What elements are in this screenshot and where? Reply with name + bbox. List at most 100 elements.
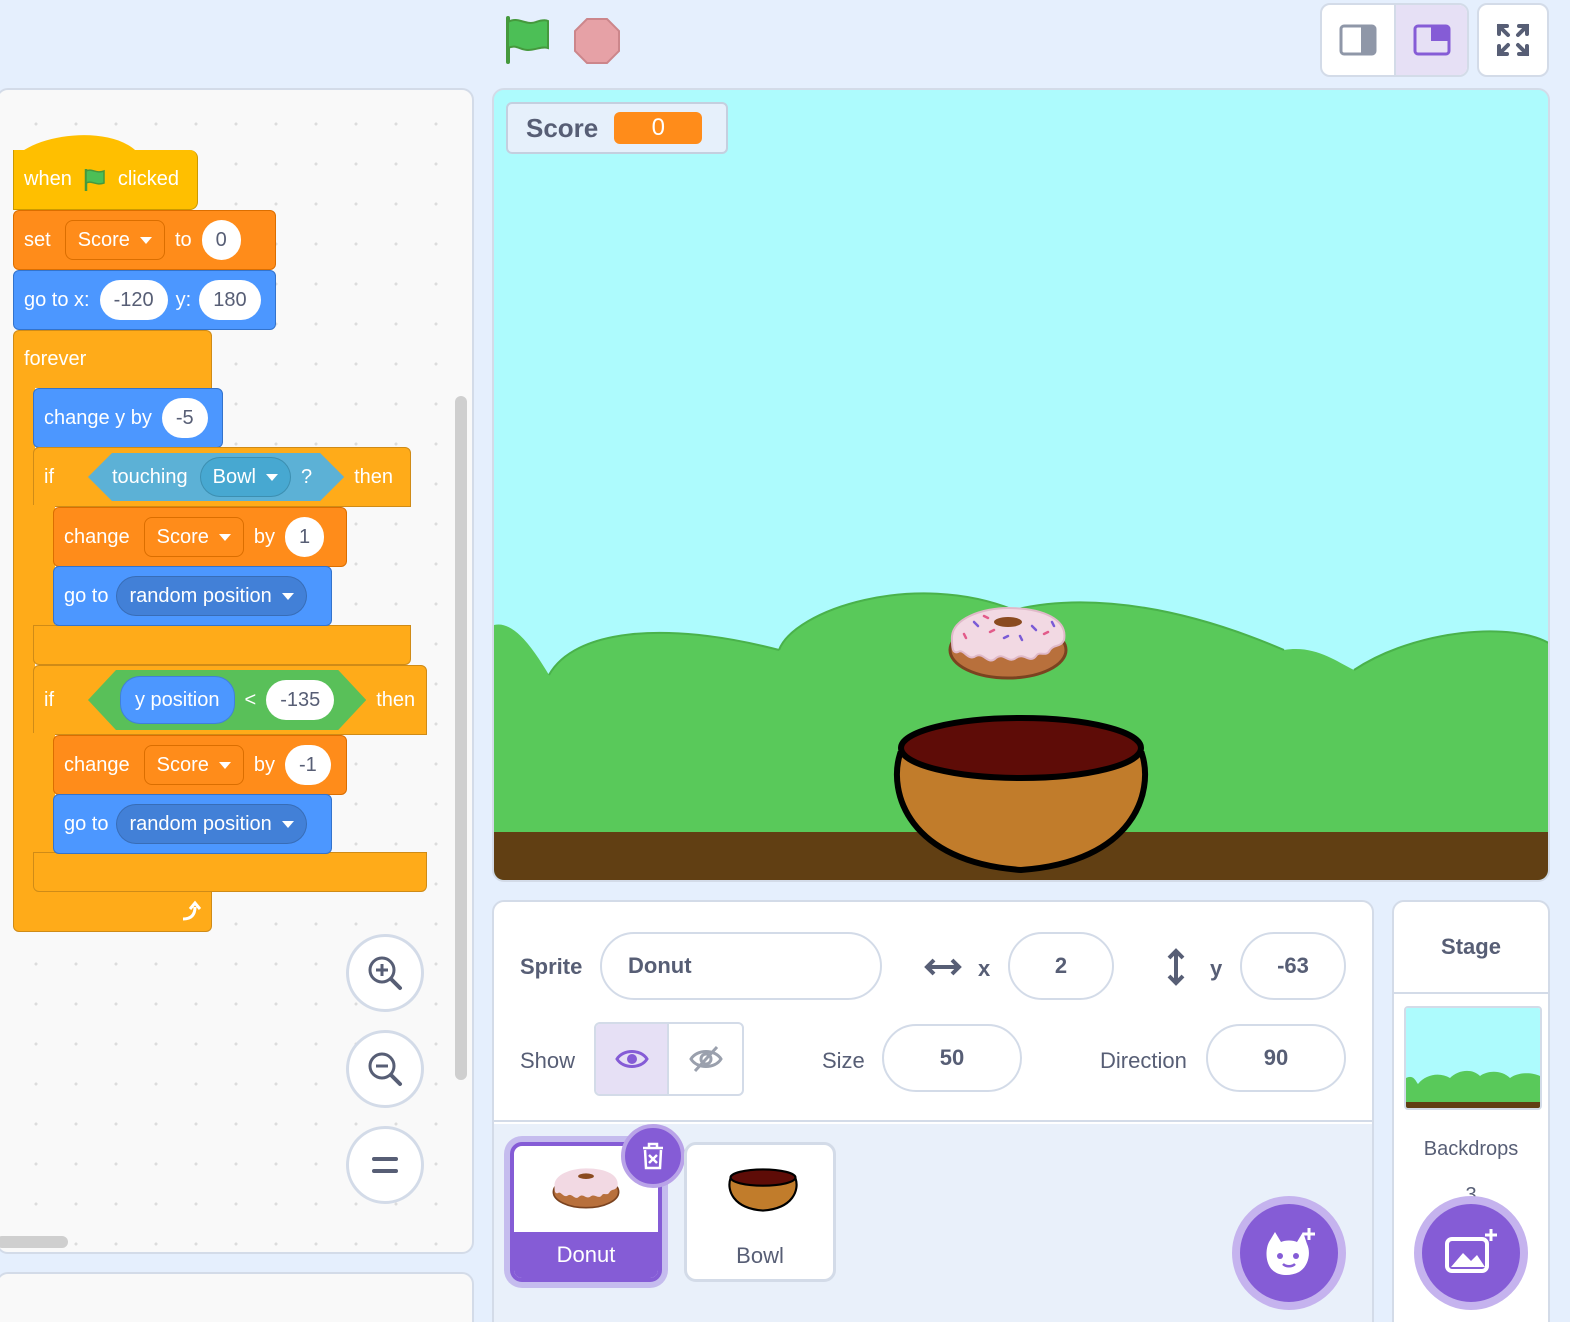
monitor-label: Score bbox=[526, 112, 599, 143]
fullscreen-button[interactable] bbox=[1477, 3, 1549, 77]
go-to-target-value: random position bbox=[129, 584, 272, 607]
x-label: x bbox=[978, 956, 991, 981]
y-input[interactable]: 180 bbox=[199, 280, 261, 320]
code-area-footer bbox=[0, 1272, 474, 1322]
workspace-vertical-scrollbar[interactable] bbox=[455, 396, 467, 1080]
question-mark-label: ? bbox=[300, 465, 313, 488]
image-plus-icon bbox=[1445, 1229, 1497, 1273]
go-to-random-block[interactable]: go to random position bbox=[53, 794, 332, 854]
zoom-out-button[interactable] bbox=[346, 1030, 424, 1108]
stage-thumbnail-image bbox=[1406, 1008, 1540, 1108]
sprite-label: Sprite bbox=[520, 954, 583, 979]
size-input[interactable]: 50 bbox=[882, 1024, 1022, 1092]
donut-thumbnail bbox=[552, 1168, 620, 1209]
change-y-input[interactable]: -5 bbox=[161, 398, 208, 438]
stage-thumbnail[interactable] bbox=[1404, 1006, 1542, 1110]
zoom-reset-button[interactable] bbox=[346, 1126, 424, 1204]
add-backdrop-button[interactable] bbox=[1414, 1196, 1528, 1310]
go-to-random-block[interactable]: go to random position bbox=[53, 566, 332, 626]
touching-label: touching bbox=[112, 465, 188, 488]
show-visible-button[interactable] bbox=[596, 1024, 670, 1094]
normal-stage-button[interactable] bbox=[1394, 5, 1467, 75]
x-input[interactable]: 2 bbox=[1008, 932, 1114, 1000]
variable-name: Score bbox=[156, 753, 209, 776]
go-to-target-value: random position bbox=[129, 812, 272, 835]
show-hidden-button[interactable] bbox=[669, 1024, 742, 1094]
stage-title: Stage bbox=[1394, 902, 1548, 994]
go-to-target-dropdown[interactable]: random position bbox=[116, 576, 307, 616]
change-label: change bbox=[64, 525, 130, 548]
change-score-block[interactable]: change Score by -1 bbox=[53, 735, 347, 795]
go-to-label: go to bbox=[64, 812, 109, 835]
change-label: change bbox=[64, 753, 130, 776]
sprite-info-panel: Sprite Donut x 2 y -63 Show Size 50 Dire… bbox=[494, 902, 1372, 1122]
if-y-position-arm bbox=[33, 733, 55, 855]
when-flag-clicked-block[interactable]: when clicked bbox=[13, 150, 198, 210]
cat-plus-icon bbox=[1266, 1228, 1315, 1275]
vertical-arrows-icon bbox=[1167, 948, 1185, 986]
change-score-block[interactable]: change Score by 1 bbox=[53, 507, 347, 567]
if-touching-arm bbox=[33, 505, 55, 627]
hat-clicked-label: clicked bbox=[117, 168, 179, 190]
less-than-operator-block[interactable]: y position < -135 bbox=[88, 670, 366, 730]
go-to-x-label: go to x: bbox=[24, 288, 90, 311]
stage-canvas[interactable]: Score 0 bbox=[492, 88, 1550, 882]
eye-slash-icon bbox=[688, 1045, 723, 1073]
sprite-tile-bowl[interactable]: Bowl bbox=[684, 1142, 836, 1282]
backdrops-label: Backdrops bbox=[1423, 1138, 1519, 1160]
forever-block[interactable]: forever bbox=[13, 330, 212, 388]
variable-dropdown[interactable]: Score bbox=[143, 517, 244, 557]
if-y-position-block[interactable]: if y position < -135 then bbox=[33, 665, 427, 735]
y-position-label: y position bbox=[135, 688, 220, 711]
sprite-tile-name: Bowl bbox=[736, 1243, 784, 1268]
go-to-xy-block[interactable]: go to x: -120 y: 180 bbox=[13, 270, 276, 330]
change-y-block[interactable]: change y by -5 bbox=[33, 388, 223, 448]
repeat-arrow-icon bbox=[182, 900, 201, 920]
less-than-label: < bbox=[244, 688, 257, 711]
y-position-reporter[interactable]: y position bbox=[120, 676, 235, 724]
green-flag-button[interactable] bbox=[500, 14, 556, 66]
delete-sprite-button[interactable] bbox=[621, 1124, 685, 1188]
if-touching-block[interactable]: if touching Bowl ? then bbox=[33, 447, 411, 507]
x-input[interactable]: -120 bbox=[99, 280, 168, 320]
touching-target-dropdown[interactable]: Bowl bbox=[200, 457, 291, 497]
bowl-sprite[interactable] bbox=[888, 712, 1154, 876]
zoom-in-icon bbox=[368, 956, 402, 990]
set-variable-block[interactable]: set Score to 0 bbox=[13, 210, 276, 270]
donut-sprite[interactable] bbox=[944, 604, 1072, 682]
variable-dropdown[interactable]: Score bbox=[64, 220, 165, 260]
forever-label: forever bbox=[24, 348, 87, 370]
small-stage-button[interactable] bbox=[1322, 5, 1394, 75]
touching-sensing-block[interactable]: touching Bowl ? bbox=[88, 453, 344, 501]
add-sprite-button[interactable] bbox=[1232, 1196, 1346, 1310]
compare-value-input[interactable]: -135 bbox=[266, 680, 334, 720]
set-value-input[interactable]: 0 bbox=[201, 220, 241, 260]
sprite-name-input[interactable]: Donut bbox=[600, 932, 882, 1000]
variable-name: Score bbox=[156, 525, 209, 548]
direction-input[interactable]: 90 bbox=[1206, 1024, 1346, 1092]
chevron-down-icon bbox=[281, 592, 294, 600]
touching-target-value: Bowl bbox=[212, 465, 256, 488]
zoom-in-button[interactable] bbox=[346, 934, 424, 1012]
workspace-horizontal-scrollbar[interactable] bbox=[0, 1236, 68, 1248]
y-input[interactable]: -63 bbox=[1240, 932, 1346, 1000]
change-value-input[interactable]: 1 bbox=[285, 517, 325, 557]
to-label: to bbox=[174, 228, 192, 251]
change-value-input[interactable]: -1 bbox=[285, 745, 331, 785]
size-label: Size bbox=[822, 1048, 865, 1073]
go-to-target-dropdown[interactable]: random position bbox=[116, 804, 307, 844]
set-label: set bbox=[24, 228, 51, 251]
variable-dropdown[interactable]: Score bbox=[143, 745, 244, 785]
by-label: by bbox=[253, 525, 275, 548]
stop-button[interactable] bbox=[572, 16, 622, 66]
small-stage-layout-icon bbox=[1339, 24, 1377, 56]
normal-stage-layout-icon bbox=[1413, 24, 1451, 56]
green-flag-icon bbox=[84, 168, 105, 191]
direction-label: Direction bbox=[1100, 1048, 1187, 1073]
score-monitor[interactable]: Score 0 bbox=[506, 102, 728, 154]
then-label: then bbox=[376, 688, 416, 711]
change-y-label: change y by bbox=[44, 406, 152, 429]
stop-sign-icon bbox=[574, 18, 620, 64]
by-label: by bbox=[253, 753, 275, 776]
chevron-down-icon bbox=[139, 236, 152, 244]
